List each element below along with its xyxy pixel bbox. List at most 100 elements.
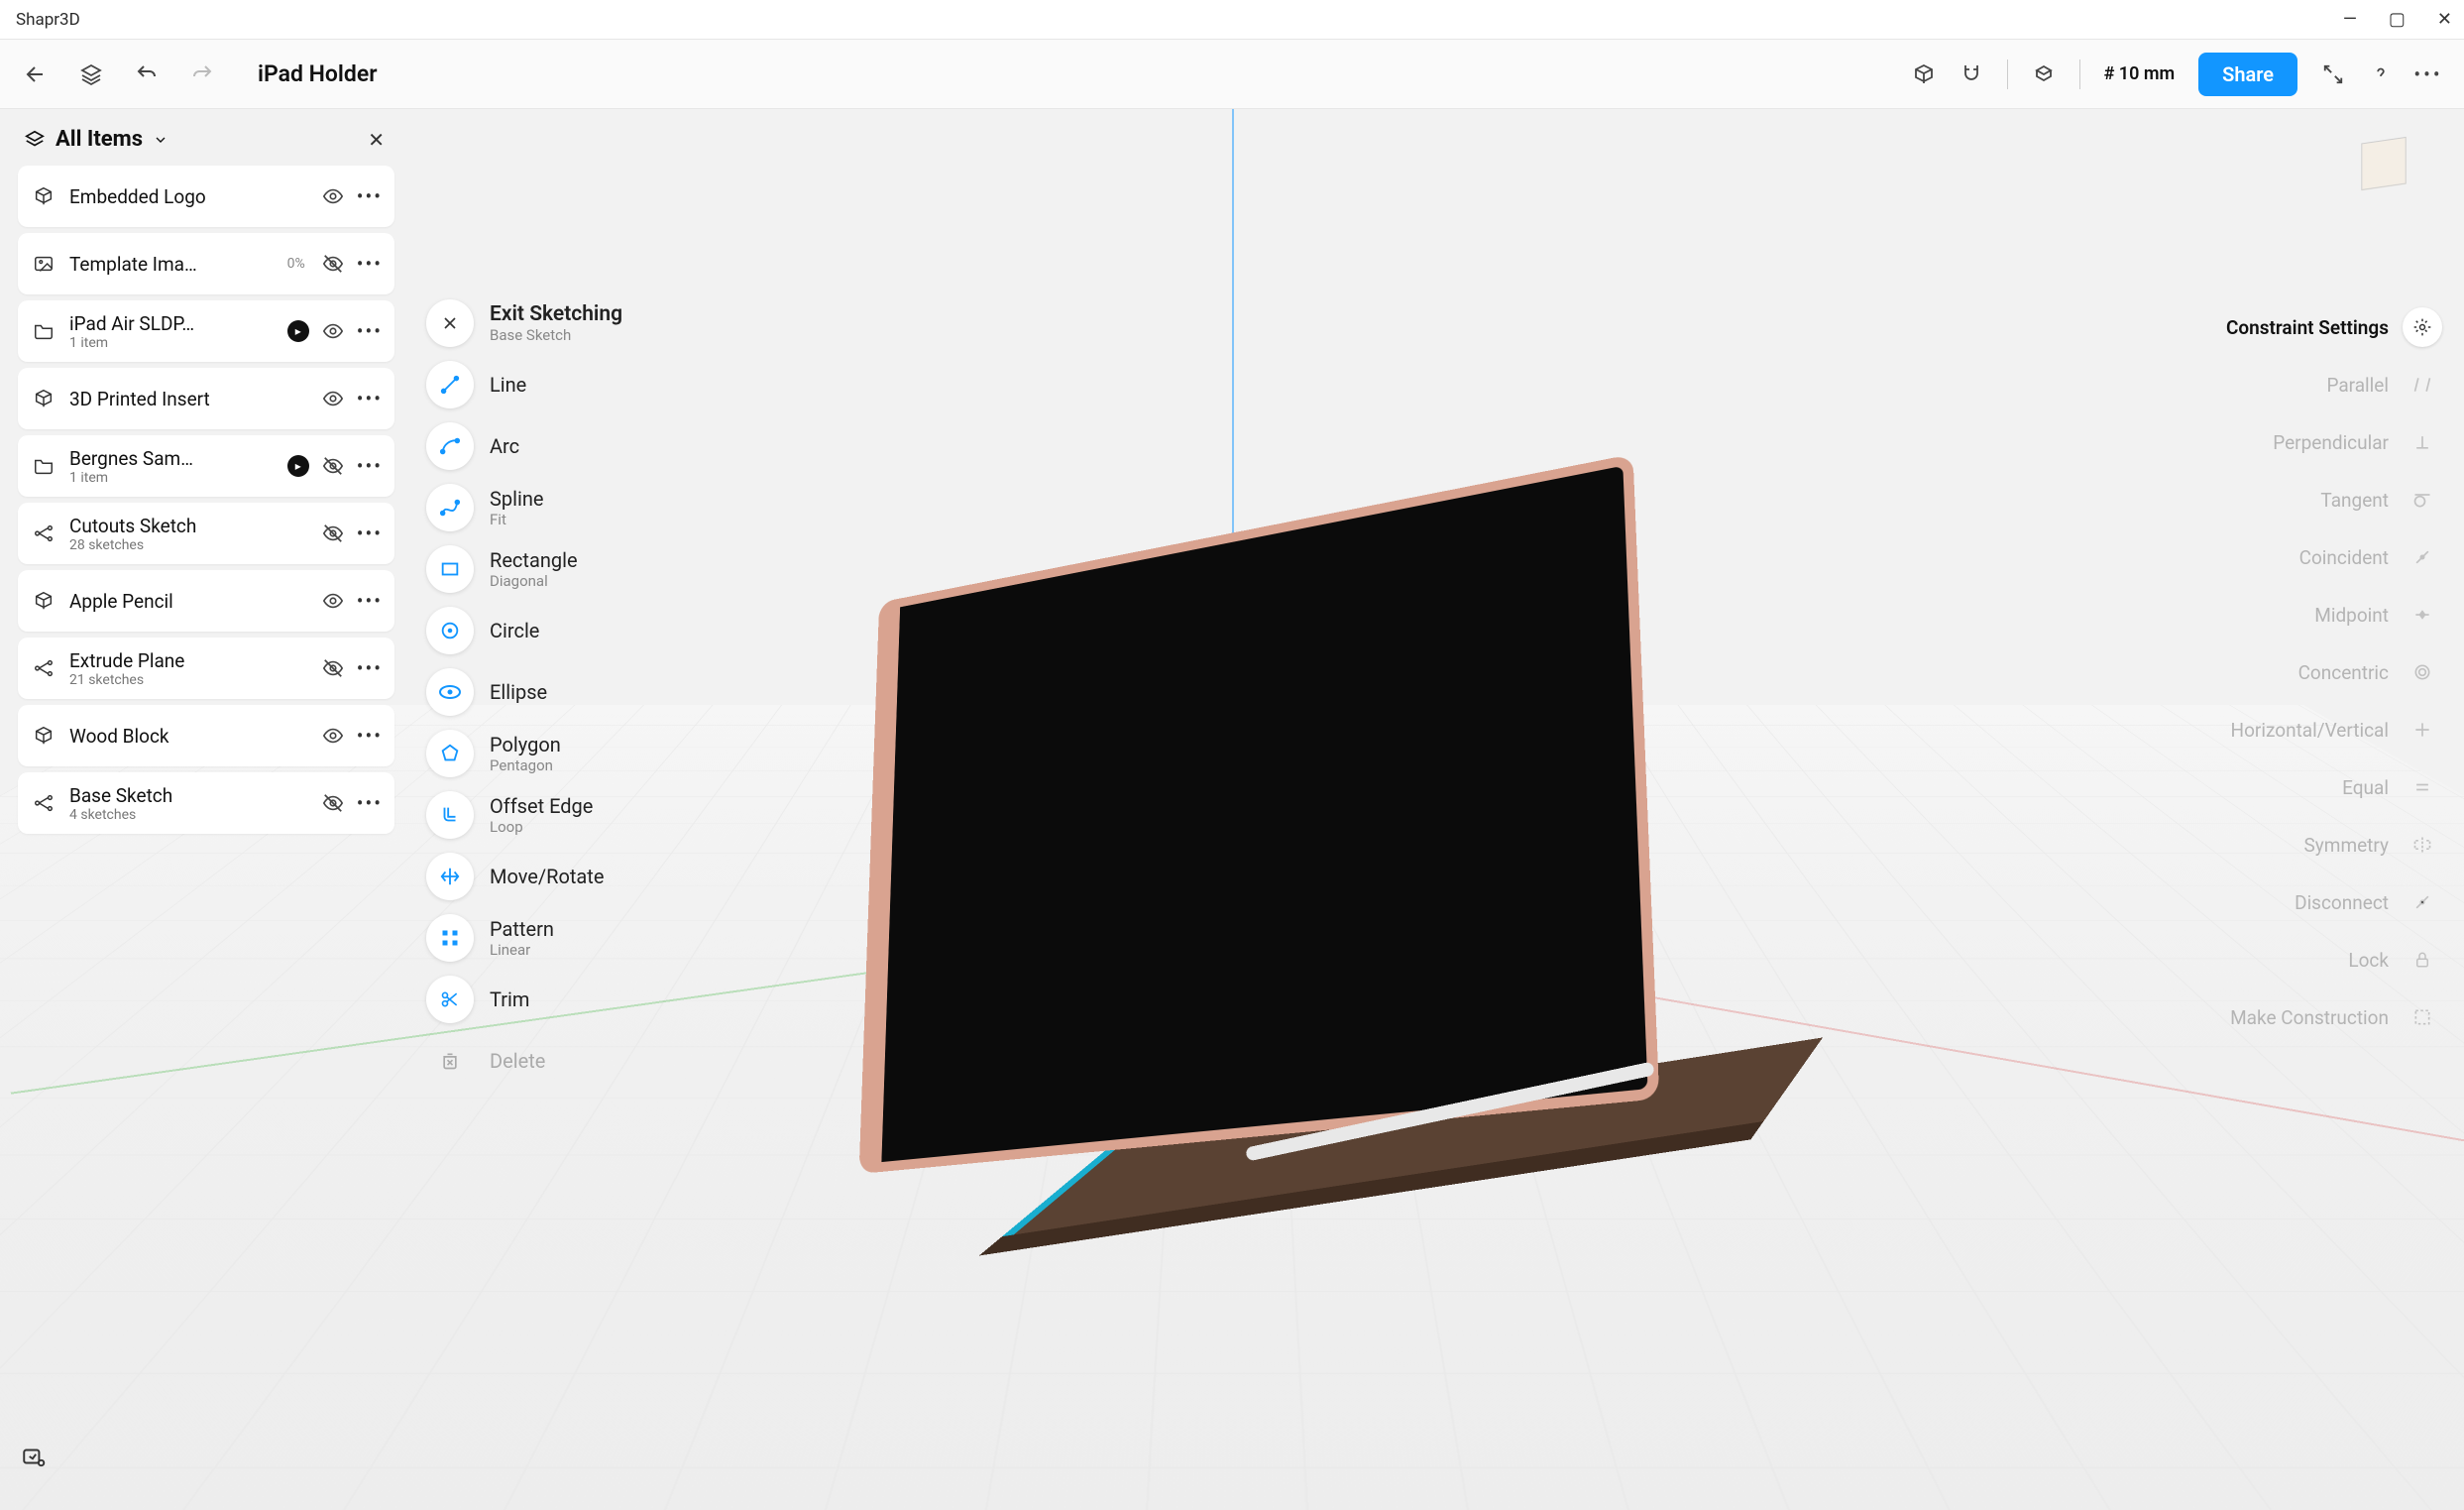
more-icon[interactable]: •••: [357, 656, 383, 680]
expand-caret-icon[interactable]: ▸: [287, 320, 309, 342]
visibility-on-icon[interactable]: [321, 184, 345, 208]
constraint-label: Constraint Settings: [2226, 316, 2389, 339]
tool-rectangle[interactable]: RectangleDiagonal: [426, 545, 622, 593]
constraint-parallel[interactable]: Parallel: [2326, 365, 2442, 405]
toolbar: iPad Holder # 10 mm Share •••: [0, 40, 2464, 109]
constraint-make-construction[interactable]: Make Construction: [2230, 997, 2442, 1037]
constraint-icon: [2403, 595, 2442, 635]
visibility-off-icon[interactable]: [321, 252, 345, 276]
layers-icon[interactable]: [79, 62, 103, 86]
magnet-icon[interactable]: [1960, 62, 1983, 86]
more-icon[interactable]: •••: [357, 589, 383, 613]
more-icon[interactable]: •••: [357, 724, 383, 748]
undo-icon[interactable]: [135, 62, 159, 86]
visibility-off-icon[interactable]: [321, 454, 345, 478]
tool-label: Line: [490, 373, 526, 397]
item-sub: 4 sketches: [69, 807, 309, 823]
constraint-perpendicular[interactable]: Perpendicular: [2273, 422, 2442, 462]
constraint-horizontal-vertical[interactable]: Horizontal/Vertical: [2231, 710, 2442, 750]
constraint-midpoint[interactable]: Midpoint: [2314, 595, 2442, 635]
more-icon[interactable]: •••: [357, 454, 383, 478]
box-view-icon[interactable]: [1912, 62, 1936, 86]
tool-icon: [426, 914, 474, 962]
item-label: Extrude Plane: [69, 649, 309, 672]
item-label: 3D Printed Insert: [69, 388, 309, 410]
share-button[interactable]: Share: [2198, 53, 2297, 96]
item-label: Bergnes Sam…: [69, 447, 276, 470]
more-icon[interactable]: •••: [357, 184, 383, 208]
tool-move-rotate[interactable]: Move/Rotate: [426, 853, 622, 900]
constraint-label: Midpoint: [2314, 604, 2389, 627]
constraint-settings[interactable]: Constraint Settings: [2226, 307, 2442, 347]
constraint-label: Parallel: [2326, 374, 2389, 397]
workspace: All Items ✕ Embedded Logo•••Template Ima…: [0, 109, 2464, 1490]
more-icon[interactable]: •••: [357, 791, 383, 815]
more-icon[interactable]: •••: [357, 252, 383, 276]
visibility-on-icon[interactable]: [321, 387, 345, 410]
expand-icon[interactable]: [2321, 62, 2345, 86]
more-icon[interactable]: •••: [2416, 62, 2440, 86]
chevron-down-icon[interactable]: [153, 132, 168, 148]
item-row[interactable]: Apple Pencil•••: [18, 570, 394, 632]
tool-line[interactable]: Line: [426, 361, 622, 408]
close-panel-icon[interactable]: ✕: [368, 128, 385, 152]
item-row[interactable]: 3D Printed Insert •••: [18, 368, 394, 429]
visibility-off-icon[interactable]: [321, 791, 345, 815]
more-icon[interactable]: •••: [357, 319, 383, 343]
maximize-icon[interactable]: ▢: [2389, 9, 2406, 30]
tool-circle[interactable]: Circle: [426, 607, 622, 654]
constraint-lock[interactable]: Lock: [2348, 940, 2442, 980]
items-title[interactable]: All Items: [56, 127, 143, 152]
redo-icon[interactable]: [190, 62, 214, 86]
item-row[interactable]: Wood Block •••: [18, 705, 394, 766]
tool-pattern[interactable]: PatternLinear: [426, 914, 622, 962]
item-row[interactable]: Embedded Logo•••: [18, 166, 394, 227]
tool-label: Delete: [490, 1049, 545, 1073]
tool-icon: [426, 422, 474, 470]
item-row[interactable]: Base Sketch4 sketches•••: [18, 772, 394, 834]
folder-icon: [30, 452, 57, 480]
tool-icon: [426, 1037, 474, 1085]
help-icon[interactable]: [2369, 62, 2393, 86]
item-row[interactable]: Template Ima…0%•••: [18, 233, 394, 294]
tool-ellipse[interactable]: Ellipse: [426, 668, 622, 716]
visibility-on-icon[interactable]: [321, 589, 345, 613]
item-row[interactable]: iPad Air SLDP…1 item▸•••: [18, 300, 394, 362]
image-icon: [30, 250, 57, 278]
visibility-on-icon[interactable]: [321, 319, 345, 343]
orientation-cube[interactable]: [2339, 119, 2428, 208]
tool-arc[interactable]: Arc: [426, 422, 622, 470]
tool-polygon[interactable]: PolygonPentagon: [426, 730, 622, 777]
constraint-equal[interactable]: Equal: [2342, 767, 2442, 807]
constraint-tangent[interactable]: Tangent: [2320, 480, 2442, 520]
close-icon[interactable]: ✕: [2437, 9, 2452, 30]
item-row[interactable]: Bergnes Sam…1 item▸•••: [18, 435, 394, 497]
constraint-label: Concentric: [2298, 661, 2389, 684]
constraint-symmetry[interactable]: Symmetry: [2304, 825, 2442, 865]
titlebar: Shapr3D — ▢ ✕: [0, 0, 2464, 40]
item-row[interactable]: Cutouts Sketch28 sketches•••: [18, 503, 394, 564]
tool-trim[interactable]: Trim: [426, 976, 622, 1023]
visibility-off-icon[interactable]: [321, 522, 345, 545]
back-icon[interactable]: [24, 62, 48, 86]
more-icon[interactable]: •••: [357, 522, 383, 545]
constraint-coincident[interactable]: Coincident: [2299, 537, 2442, 577]
more-icon[interactable]: •••: [357, 387, 383, 410]
ar-icon[interactable]: [20, 1443, 48, 1470]
item-row[interactable]: Extrude Plane21 sketches•••: [18, 638, 394, 699]
expand-caret-icon[interactable]: ▸: [287, 455, 309, 477]
constraint-disconnect[interactable]: Disconnect: [2295, 882, 2442, 922]
snap-value[interactable]: # 10 mm: [2104, 63, 2176, 84]
model-preview[interactable]: [826, 520, 1638, 1134]
constraint-concentric[interactable]: Concentric: [2298, 652, 2442, 692]
visibility-off-icon[interactable]: [321, 656, 345, 680]
orientation-icon[interactable]: [2032, 62, 2056, 86]
item-label: Wood Block: [69, 725, 309, 748]
tool-exit-sketching[interactable]: Exit SketchingBase Sketch: [426, 299, 622, 347]
tool-delete[interactable]: Delete: [426, 1037, 622, 1085]
minimize-icon[interactable]: —: [2343, 9, 2357, 30]
visibility-on-icon[interactable]: [321, 724, 345, 748]
tool-spline[interactable]: SplineFit: [426, 484, 622, 531]
document-name[interactable]: iPad Holder: [258, 60, 378, 87]
tool-offset-edge[interactable]: Offset EdgeLoop: [426, 791, 622, 839]
